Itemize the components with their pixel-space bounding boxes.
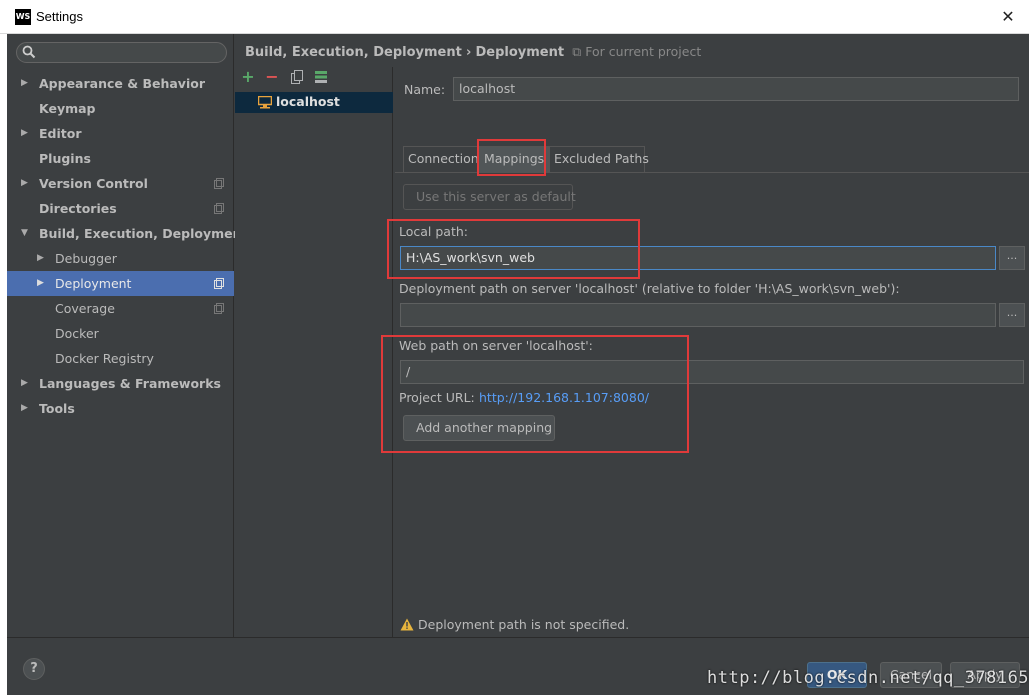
server-list-panel: + − localhost (235, 67, 393, 637)
tab-connection[interactable]: Connection (403, 146, 479, 172)
breadcrumb-parent[interactable]: Build, Execution, Deployment (245, 45, 462, 60)
sidebar-item-build-execution-deployment[interactable]: ▼ Build, Execution, Deployment (7, 221, 247, 246)
name-label: Name: (404, 82, 446, 97)
sidebar-item-label: Debugger (55, 251, 117, 266)
chevron-right-icon: ▶ (21, 378, 28, 388)
settings-main-panel: Build, Execution, Deployment › Deploymen… (235, 34, 1029, 637)
chevron-right-icon: ▶ (37, 253, 44, 263)
sidebar-item-label: Docker Registry (55, 351, 154, 366)
sidebar-item-label: Coverage (55, 301, 115, 316)
chevron-right-icon: ▶ (21, 403, 28, 413)
sidebar-item-label: Tools (39, 401, 75, 416)
sidebar-item-label: Plugins (39, 151, 91, 166)
chevron-right-icon: ▶ (21, 78, 28, 88)
sidebar-item-coverage[interactable]: Coverage (7, 296, 234, 321)
help-icon[interactable]: ? (23, 658, 45, 680)
sidebar-item-label: Editor (39, 126, 82, 141)
warning-text: Deployment path is not specified. (418, 617, 630, 632)
app-logo-icon: WS (15, 9, 31, 25)
sidebar-item-deployment[interactable]: ▶ Deployment (7, 271, 234, 296)
search-input[interactable] (16, 42, 227, 63)
project-scope-icon (214, 303, 224, 314)
dialog-footer: ? OK Cancel Apply http://blog.csdn.net/q… (7, 637, 1029, 695)
breadcrumb-separator: › (465, 45, 472, 60)
warning-message: Deployment path is not specified. (400, 617, 629, 632)
server-list-item[interactable]: localhost (235, 92, 393, 113)
sidebar-item-label: Docker (55, 326, 99, 341)
breadcrumb-current: Deployment (475, 45, 565, 60)
sidebar-item-appearance-behavior[interactable]: ▶ Appearance & Behavior (7, 71, 234, 96)
highlight-box-local-path (387, 219, 640, 279)
deployment-path-label: Deployment path on server 'localhost' (r… (399, 281, 900, 296)
remove-icon[interactable]: − (264, 69, 280, 85)
highlight-box-web-path (381, 335, 689, 453)
tab-excluded-paths[interactable]: Excluded Paths (549, 146, 649, 172)
sidebar-item-plugins[interactable]: Plugins (7, 146, 234, 171)
name-field[interactable]: localhost (453, 77, 1019, 101)
warning-icon (400, 618, 414, 631)
sidebar-item-label: Keymap (39, 101, 96, 116)
project-scope-icon (214, 278, 224, 289)
sidebar-item-debugger[interactable]: ▶ Debugger (7, 246, 234, 271)
settings-sidebar: ▶ Appearance & Behavior Keymap ▶ Editor … (7, 34, 247, 637)
sidebar-item-keymap[interactable]: Keymap (7, 96, 234, 121)
chevron-down-icon: ▼ (21, 228, 28, 238)
sidebar-item-label: Appearance & Behavior (39, 76, 205, 91)
project-scope-icon: ⧉ (568, 44, 582, 59)
highlight-box-mappings-tab (477, 139, 546, 176)
title-bar: WS Settings ✕ (0, 0, 1029, 34)
window-left-edge (0, 34, 7, 695)
sidebar-item-docker[interactable]: Docker (7, 321, 234, 346)
sidebar-item-label: Version Control (39, 176, 148, 191)
sidebar-item-label: Deployment (55, 276, 132, 291)
project-scope-icon (214, 203, 224, 214)
project-scope-icon (214, 178, 224, 189)
sidebar-item-languages-frameworks[interactable]: ▶ Languages & Frameworks (7, 371, 234, 396)
server-icon (258, 96, 272, 109)
close-icon[interactable]: ✕ (995, 4, 1021, 30)
chevron-right-icon: ▶ (37, 278, 44, 288)
breadcrumb: Build, Execution, Deployment › Deploymen… (245, 44, 701, 60)
use-default-button[interactable]: Use this server as default (403, 184, 576, 210)
chevron-right-icon: ▶ (21, 178, 28, 188)
add-icon[interactable]: + (240, 69, 256, 85)
search-icon (22, 45, 36, 59)
window-title: Settings (36, 9, 83, 24)
browse-local-path-button[interactable]: ... (999, 246, 1025, 270)
sidebar-item-tools[interactable]: ▶ Tools (7, 396, 234, 421)
chevron-right-icon: ▶ (21, 128, 28, 138)
default-icon[interactable] (313, 69, 329, 85)
sidebar-item-label: Directories (39, 201, 117, 216)
sidebar-item-label: Build, Execution, Deployment (39, 226, 248, 241)
browse-deployment-path-button[interactable]: ... (999, 303, 1025, 327)
sidebar-item-version-control[interactable]: ▶ Version Control (7, 171, 234, 196)
server-config-form: Name: localhost Connection Mappings Excl… (381, 67, 1029, 637)
sidebar-item-directories[interactable]: Directories (7, 196, 234, 221)
sidebar-item-docker-registry[interactable]: Docker Registry (7, 346, 234, 371)
sidebar-item-label: Languages & Frameworks (39, 376, 221, 391)
watermark: http://blog.csdn.net/qq_37816525 (707, 668, 1029, 688)
sidebar-item-editor[interactable]: ▶ Editor (7, 121, 234, 146)
copy-icon[interactable] (289, 69, 305, 85)
server-name: localhost (276, 94, 340, 109)
deployment-path-field[interactable] (400, 303, 996, 327)
breadcrumb-scope: For current project (585, 44, 702, 59)
